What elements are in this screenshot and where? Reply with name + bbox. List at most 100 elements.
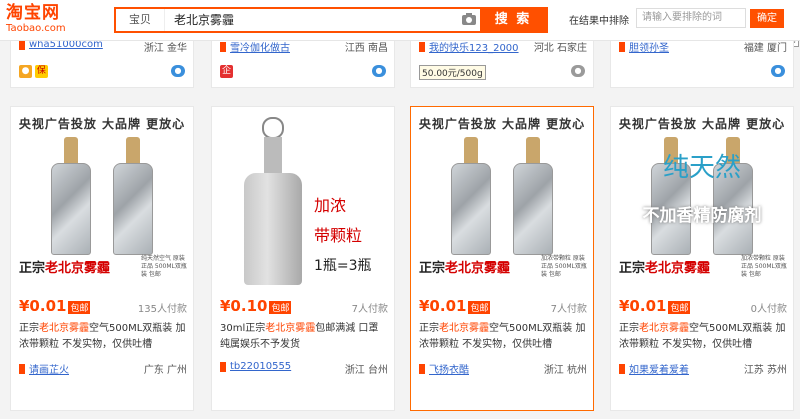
exclude-input[interactable]: 请输入要排除的词 — [636, 8, 746, 28]
badge-row: ● 保 — [19, 65, 48, 81]
wangwang-icon[interactable]: ● — [571, 65, 585, 77]
product-image[interactable]: 央视广告投放 大品牌 更放心 正宗老北京雾霾 加浓带颗粒 原装正品 500ML双… — [411, 107, 593, 287]
image-header-text: 央视广告投放 大品牌 更放心 — [418, 117, 586, 131]
bottle-image — [451, 137, 491, 255]
shop-link[interactable]: tb22010555 — [230, 361, 291, 372]
shop-link[interactable]: 飞扬衣酷 — [429, 365, 469, 376]
image-header-text: 央视广告投放 大品牌 更放心 — [618, 117, 786, 131]
shop-row: 如果爱着爱着 江苏 苏州 — [619, 361, 787, 376]
sales-count: 7人付款 — [351, 304, 388, 315]
image-header-text: 央视广告投放 大品牌 更放心 — [18, 117, 186, 131]
sales-count: 0人付款 — [750, 304, 787, 315]
product-title[interactable]: 正宗老北京雾霾空气500ML双瓶装 加浓带颗粒 不发实物，仅供吐槽 — [19, 321, 187, 353]
product-card[interactable]: 央视广告投放 大品牌 更放心 正宗老北京雾霾 加浓带颗粒 原装正品 500ML双… — [410, 106, 594, 411]
location: 福建 厦门 — [743, 43, 787, 54]
confirm-button[interactable]: 确定 — [750, 9, 784, 28]
product-card[interactable]: 央视广告投放 大品牌 更放心 正宗老北京雾霾 纯天然空气 原装正品 500ML双… — [10, 106, 194, 411]
sales-count: 135人付款 — [137, 304, 187, 315]
shop-link[interactable]: 胆领孙圣 — [629, 43, 669, 54]
image-tagline: 正宗老北京雾霾 — [19, 261, 111, 276]
free-shipping-badge: 包邮 — [668, 301, 691, 314]
price: ¥0.01 — [19, 297, 67, 315]
bottle-image — [51, 137, 91, 255]
price-row: ¥0.01 包邮 7人付款 — [419, 297, 587, 317]
shop-icon — [220, 41, 226, 52]
shop-icon — [19, 363, 25, 374]
image-text-red: 加浓 — [314, 196, 347, 215]
price-row: ¥0.01 包邮 135人付款 — [19, 297, 187, 317]
location: 浙江 金华 — [143, 43, 187, 54]
location: 江苏 苏州 — [743, 365, 787, 376]
taobao-logo[interactable]: 淘宝网 Taobao.com — [6, 4, 98, 36]
price: ¥0.01 — [419, 297, 467, 315]
image-tagline: 正宗老北京雾霾 — [419, 261, 511, 276]
image-text-red: 带颗粒 — [314, 226, 363, 245]
glass-bottle-image — [244, 117, 302, 285]
location: 浙江 杭州 — [543, 365, 587, 376]
gold-seller-icon: ● — [19, 65, 32, 78]
search-input[interactable]: 老北京雾霾 — [174, 9, 234, 31]
price: ¥0.01 — [619, 297, 667, 315]
location: 江西 南昌 — [344, 43, 388, 54]
search-box: 宝贝 老北京雾霾 搜 索 — [114, 7, 548, 33]
exclude-label: 在结果中排除 — [569, 16, 629, 27]
image-overlay-text: 纯天然 — [662, 153, 741, 183]
free-shipping-badge: 包邮 — [468, 301, 491, 314]
product-image[interactable]: 央视广告投放 大品牌 更放心 正宗老北京雾霾 纯天然空气 原装正品 500ML双… — [11, 107, 193, 287]
location: 广东 广州 — [143, 365, 187, 376]
product-title[interactable]: 正宗老北京雾霾空气500ML双瓶装 加浓带颗粒 不发实物，仅供吐槽 — [619, 321, 787, 353]
shop-link[interactable]: 我的快乐123_2000 — [429, 43, 519, 54]
bottle-image — [513, 137, 553, 255]
product-image[interactable]: 央视广告投放 大品牌 更放心 纯天然 不加香精防腐剂 正宗老北京雾霾 加浓带颗粒… — [611, 107, 793, 287]
location: 浙江 台州 — [344, 365, 388, 376]
category-select[interactable]: 宝贝 — [116, 9, 165, 31]
shop-row: tb22010555 浙江 台州 — [220, 361, 388, 376]
logo-subtext: Taobao.com — [6, 23, 66, 34]
product-image[interactable]: 加浓 带颗粒 1瓶=3瓶 — [212, 107, 394, 287]
shop-icon — [419, 41, 425, 52]
product-card[interactable]: 加浓 带颗粒 1瓶=3瓶 ¥0.10 包邮 7人付款 30ml正宗老北京雾霾包邮满… — [211, 106, 395, 411]
image-note: 纯天然空气 原装正品 500ML双瓶装 包邮 — [141, 255, 187, 278]
shop-icon — [419, 363, 425, 374]
shop-row: 请画芷火 广东 广州 — [19, 361, 187, 376]
wangwang-icon[interactable]: ● — [771, 65, 785, 77]
image-note: 加浓带颗粒 原装正品 500ML双瓶装 包邮 — [741, 255, 787, 278]
shop-link[interactable]: 请画芷火 — [29, 365, 69, 376]
guarantee-icon: 保 — [34, 65, 48, 78]
badge-row: 50.00元/500g — [419, 65, 486, 81]
free-shipping-badge: 包邮 — [68, 301, 91, 314]
product-card[interactable]: 央视广告投放 大品牌 更放心 纯天然 不加香精防腐剂 正宗老北京雾霾 加浓带颗粒… — [610, 106, 794, 411]
wangwang-icon[interactable]: ● — [372, 65, 386, 77]
image-text: 1瓶=3瓶 — [314, 258, 372, 274]
shop-row: 胆领孙圣 福建 厦门 — [619, 39, 787, 54]
shop-icon — [220, 361, 226, 372]
image-tagline: 正宗老北京雾霾 — [619, 261, 711, 276]
free-shipping-badge: 包邮 — [269, 301, 292, 314]
product-title[interactable]: 30ml正宗老北京雾霾包邮满減 口罩纯属娱乐不予发货 — [220, 321, 388, 353]
product-title[interactable]: 正宗老北京雾霾空气500ML双瓶装 加浓带颗粒 不发实物，仅供吐槽 — [419, 321, 587, 353]
search-button[interactable]: 搜 索 — [480, 9, 546, 31]
price-row: ¥0.10 包邮 7人付款 — [220, 297, 388, 317]
shop-row: wha51000com 浙江 金华 — [19, 39, 187, 54]
shop-row: 雪冷伽化做古 江西 南昌 — [220, 39, 388, 54]
camera-icon[interactable] — [462, 13, 476, 25]
shop-row: 我的快乐123_2000 河北 石家庄 — [419, 39, 587, 54]
price: ¥0.10 — [220, 297, 268, 315]
shop-icon — [19, 39, 25, 50]
image-note: 加浓带颗粒 原装正品 500ML双瓶装 包邮 — [541, 255, 587, 278]
shop-row: 飞扬衣酷 浙江 杭州 — [419, 361, 587, 376]
image-overlay-text: 不加香精防腐剂 — [642, 206, 762, 226]
logo-text: 淘宝网 — [6, 3, 60, 23]
shop-icon — [619, 363, 625, 374]
shop-link[interactable]: 如果爱着爱着 — [629, 365, 689, 376]
price-row: ¥0.01 包邮 0人付款 — [619, 297, 787, 317]
enterprise-icon: 企 — [220, 65, 233, 78]
sales-count: 7人付款 — [550, 304, 587, 315]
location: 河北 石家庄 — [533, 43, 587, 54]
shop-link[interactable]: 雪冷伽化做古 — [230, 43, 290, 54]
badge-row: 企 — [220, 65, 233, 81]
top-search-bar: 淘宝网 Taobao.com 宝贝 老北京雾霾 搜 索 在结果中排除 请输入要排… — [0, 0, 800, 41]
shop-icon — [619, 41, 625, 52]
wangwang-icon[interactable]: ● — [171, 65, 185, 77]
unit-price-badge: 50.00元/500g — [419, 65, 486, 80]
